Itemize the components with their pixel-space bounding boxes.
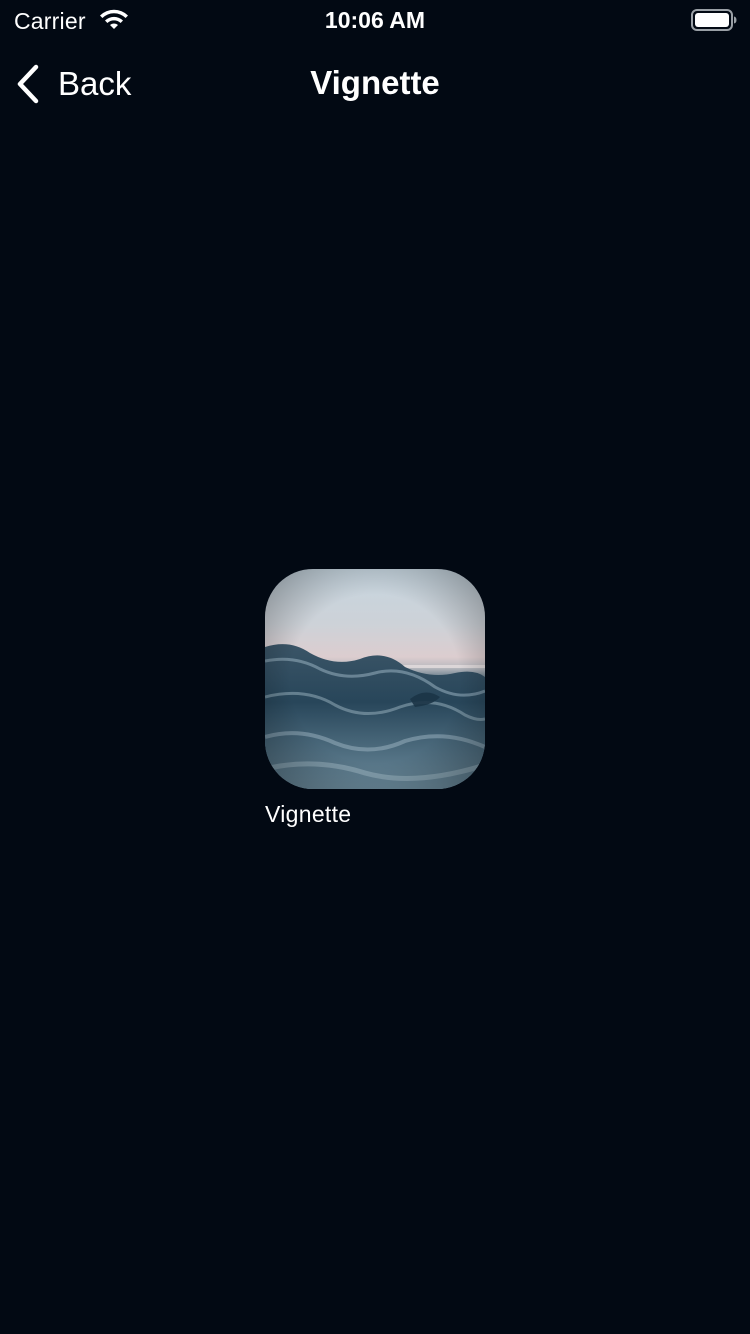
screen: Carrier 10:06 AM Back Vignette Vignette bbox=[0, 0, 750, 1334]
status-time: 10:06 AM bbox=[324, 7, 426, 33]
battery-icon bbox=[691, 9, 737, 31]
navigation-bar: Back Vignette bbox=[0, 40, 750, 128]
ocean-waves-illustration bbox=[265, 569, 485, 789]
page-title: Vignette bbox=[310, 64, 440, 101]
vignette-tile[interactable]: Vignette bbox=[265, 569, 485, 828]
status-bar: Carrier 10:06 AM bbox=[0, 0, 750, 40]
tile-label: Vignette bbox=[265, 801, 352, 827]
ocean-waves-image[interactable] bbox=[265, 569, 485, 789]
